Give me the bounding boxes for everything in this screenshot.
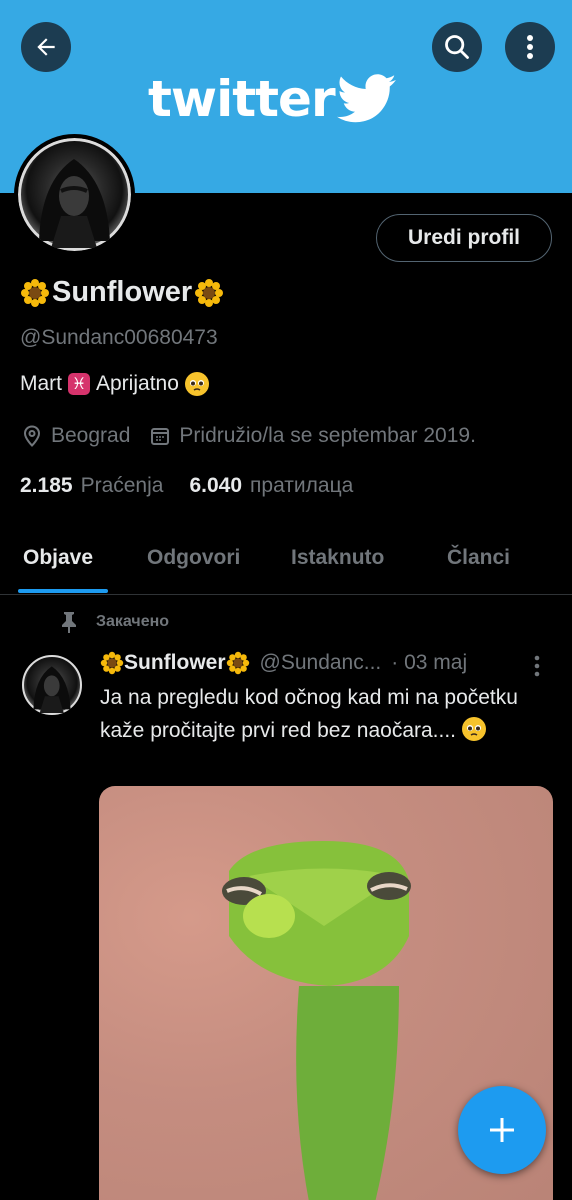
tweet-handle[interactable]: @Sundanc... (260, 651, 382, 675)
pin-icon (62, 612, 76, 633)
plus-icon (490, 1118, 514, 1142)
more-vertical-icon (527, 35, 533, 59)
tab-objave[interactable]: Objave (23, 546, 93, 570)
hooded-figure-image (39, 159, 110, 248)
sunflower-icon (100, 651, 124, 675)
following-label[interactable]: Praćenja (81, 474, 164, 498)
joined-date: Pridružio/la se septembar 2019. (150, 424, 476, 448)
follow-stats: 2.185 Praćenja 6.040 пратилаца (20, 474, 353, 498)
tab-odgovori[interactable]: Odgovori (147, 546, 240, 570)
location-pin-icon (23, 425, 41, 447)
sunflower-icon (195, 278, 224, 307)
following-count[interactable]: 2.185 (20, 474, 73, 498)
followers-count[interactable]: 6.040 (189, 474, 242, 498)
search-icon (445, 35, 469, 59)
tweet-avatar[interactable] (22, 655, 82, 715)
tweet-text: Ja na pregledu kod očnog kad mi na počet… (100, 681, 540, 747)
pleading-face-icon (461, 717, 486, 741)
tab-clanci[interactable]: Članci (447, 546, 510, 570)
arrow-left-icon (37, 38, 55, 56)
twitter-logo: twitter (148, 74, 397, 124)
profile-avatar[interactable] (14, 134, 135, 255)
pleading-face-icon (184, 372, 209, 396)
profile-handle: @Sundanc00680473 (20, 326, 218, 349)
location-text: Beograd (51, 424, 131, 447)
tweet-author-name: Sunflower (124, 651, 226, 674)
pinned-label: Закачено (60, 611, 169, 633)
tweet-more-button[interactable] (533, 655, 541, 682)
bird-icon (336, 74, 396, 123)
joined-text: Pridružio/la se septembar 2019. (179, 424, 476, 447)
pisces-icon: ♓ (68, 373, 90, 395)
tweet-header: Sunflower @Sundanc... · 03 maj (100, 651, 467, 675)
more-options-button[interactable] (505, 22, 555, 72)
calendar-icon (151, 428, 170, 445)
search-button[interactable] (432, 22, 482, 72)
bio-text-start: Mart (20, 372, 62, 395)
display-name-text: Sunflower (52, 276, 193, 308)
location: Beograd (22, 424, 130, 448)
profile-tabs: Objave Odgovori Istaknuto Članci (0, 530, 572, 595)
compose-tweet-button[interactable] (458, 1086, 546, 1174)
display-name: Sunflower (20, 276, 224, 309)
logo-text: twitter (148, 70, 336, 128)
back-button[interactable] (21, 22, 71, 72)
bio-text-end: Aprijatno (96, 372, 179, 395)
tweet-author[interactable]: Sunflower (100, 651, 250, 675)
sunflower-icon (21, 278, 49, 307)
sunflower-icon (226, 651, 249, 675)
tweet-text-content: Ja na pregledu kod očnog kad mi na počet… (100, 686, 518, 742)
pinned-text: Закачено (96, 613, 170, 630)
tab-istaknuto[interactable]: Istaknuto (291, 546, 384, 570)
followers-label[interactable]: пратилаца (250, 474, 353, 498)
profile-bio: Mart ♓ Aprijatno (20, 372, 209, 396)
active-tab-indicator (18, 589, 108, 593)
edit-profile-button[interactable]: Uredi profil (376, 214, 552, 262)
profile-meta: Beograd Pridružio/la se septembar 2019. (22, 424, 476, 448)
hooded-figure-image (33, 666, 71, 713)
tweet-date[interactable]: · 03 maj (391, 651, 467, 675)
more-vertical-icon (534, 655, 540, 677)
avatar-image (18, 138, 131, 251)
